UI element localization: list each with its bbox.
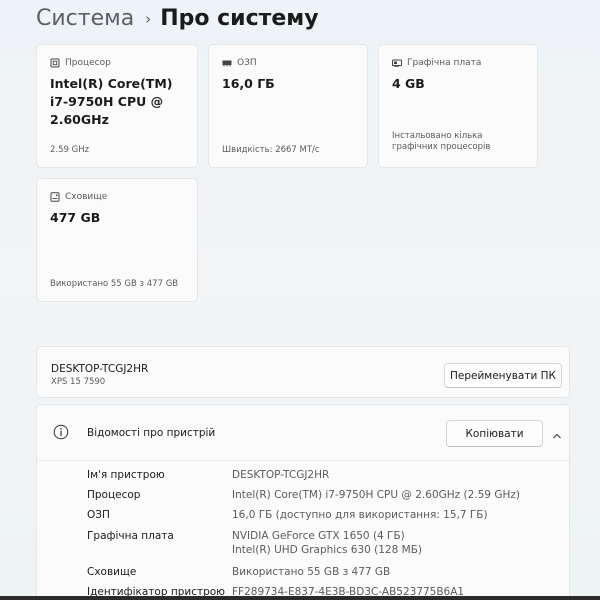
device-name-row: DESKTOP-TCGJ2HR XPS 15 7590 Перейменуват…	[36, 346, 570, 398]
ram-card-sub: Швидкість: 2667 МТ/с	[222, 145, 320, 155]
spec-value-ram: 16,0 ГБ (доступно для використання: 15,7…	[232, 509, 488, 521]
rename-pc-button[interactable]: Перейменувати ПК	[444, 363, 562, 388]
gpu-card-value: 4 GB	[392, 76, 425, 91]
bottom-edge-bar	[0, 596, 600, 600]
page-title: Про систему	[160, 5, 319, 31]
spec-value-graphics-2: Intel(R) UHD Graphics 630 (128 МБ)	[232, 544, 422, 556]
ram-card: ОЗП 16,0 ГБ Швидкість: 2667 МТ/с	[208, 44, 368, 168]
storage-card: Сховище 477 GB Використано 55 GB з 477 G…	[36, 178, 198, 302]
storage-card-label: Сховище	[65, 192, 108, 202]
gpu-card: Графічна плата 4 GB Інстальовано кілька …	[378, 44, 538, 168]
storage-card-value: 477 GB	[50, 210, 101, 225]
spec-key-graphics: Графічна плата	[87, 530, 174, 542]
cpu-card-sub: 2.59 GHz	[50, 145, 90, 155]
copy-button[interactable]: Копіювати	[446, 420, 543, 447]
storage-card-sub: Використано 55 GB з 477 GB	[50, 279, 179, 289]
spec-key-storage: Сховище	[87, 566, 137, 578]
ram-card-label: ОЗП	[237, 58, 257, 68]
spec-value-graphics-1: NVIDIA GeForce GTX 1650 (4 ГБ)	[232, 530, 405, 542]
spec-value-device-name: DESKTOP-TCGJ2HR	[232, 469, 330, 481]
spec-key-processor: Процесор	[87, 489, 141, 501]
device-model: XPS 15 7590	[51, 377, 106, 387]
ram-card-value: 16,0 ГБ	[222, 76, 275, 91]
spec-value-processor: Intel(R) Core(TM) i7-9750H CPU @ 2.60GHz…	[232, 489, 520, 501]
breadcrumb-separator: ›	[145, 10, 152, 28]
chevron-up-icon[interactable]	[551, 427, 563, 439]
storage-icon	[50, 192, 60, 202]
cpu-card: Процесор Intel(R) Core(TM) i7-9750H CPU …	[36, 44, 198, 168]
gpu-card-label: Графічна плата	[407, 58, 482, 68]
spec-key-ram: ОЗП	[87, 509, 110, 521]
device-info-header[interactable]: Відомості про пристрій Копіювати	[37, 405, 569, 461]
cpu-card-label: Процесор	[65, 58, 111, 68]
device-info-panel: Відомості про пристрій Копіювати Ім'я пр…	[36, 404, 570, 600]
breadcrumb-parent-link[interactable]: Система	[36, 6, 134, 31]
breadcrumb: Система › Про систему	[36, 2, 319, 34]
spec-key-device-name: Ім'я пристрою	[87, 469, 165, 481]
device-name: DESKTOP-TCGJ2HR	[51, 363, 149, 375]
device-info-title: Відомості про пристрій	[87, 427, 216, 439]
cpu-icon	[50, 58, 60, 68]
spec-value-storage: Використано 55 GB з 477 GB	[232, 566, 391, 578]
gpu-card-sub: Інстальовано кілька графічних процесорів	[392, 131, 491, 152]
info-icon	[53, 424, 69, 440]
gpu-icon	[392, 58, 402, 68]
cpu-card-value: Intel(R) Core(TM) i7-9750H CPU @ 2.60GHz	[50, 76, 173, 127]
ram-icon	[222, 58, 232, 68]
